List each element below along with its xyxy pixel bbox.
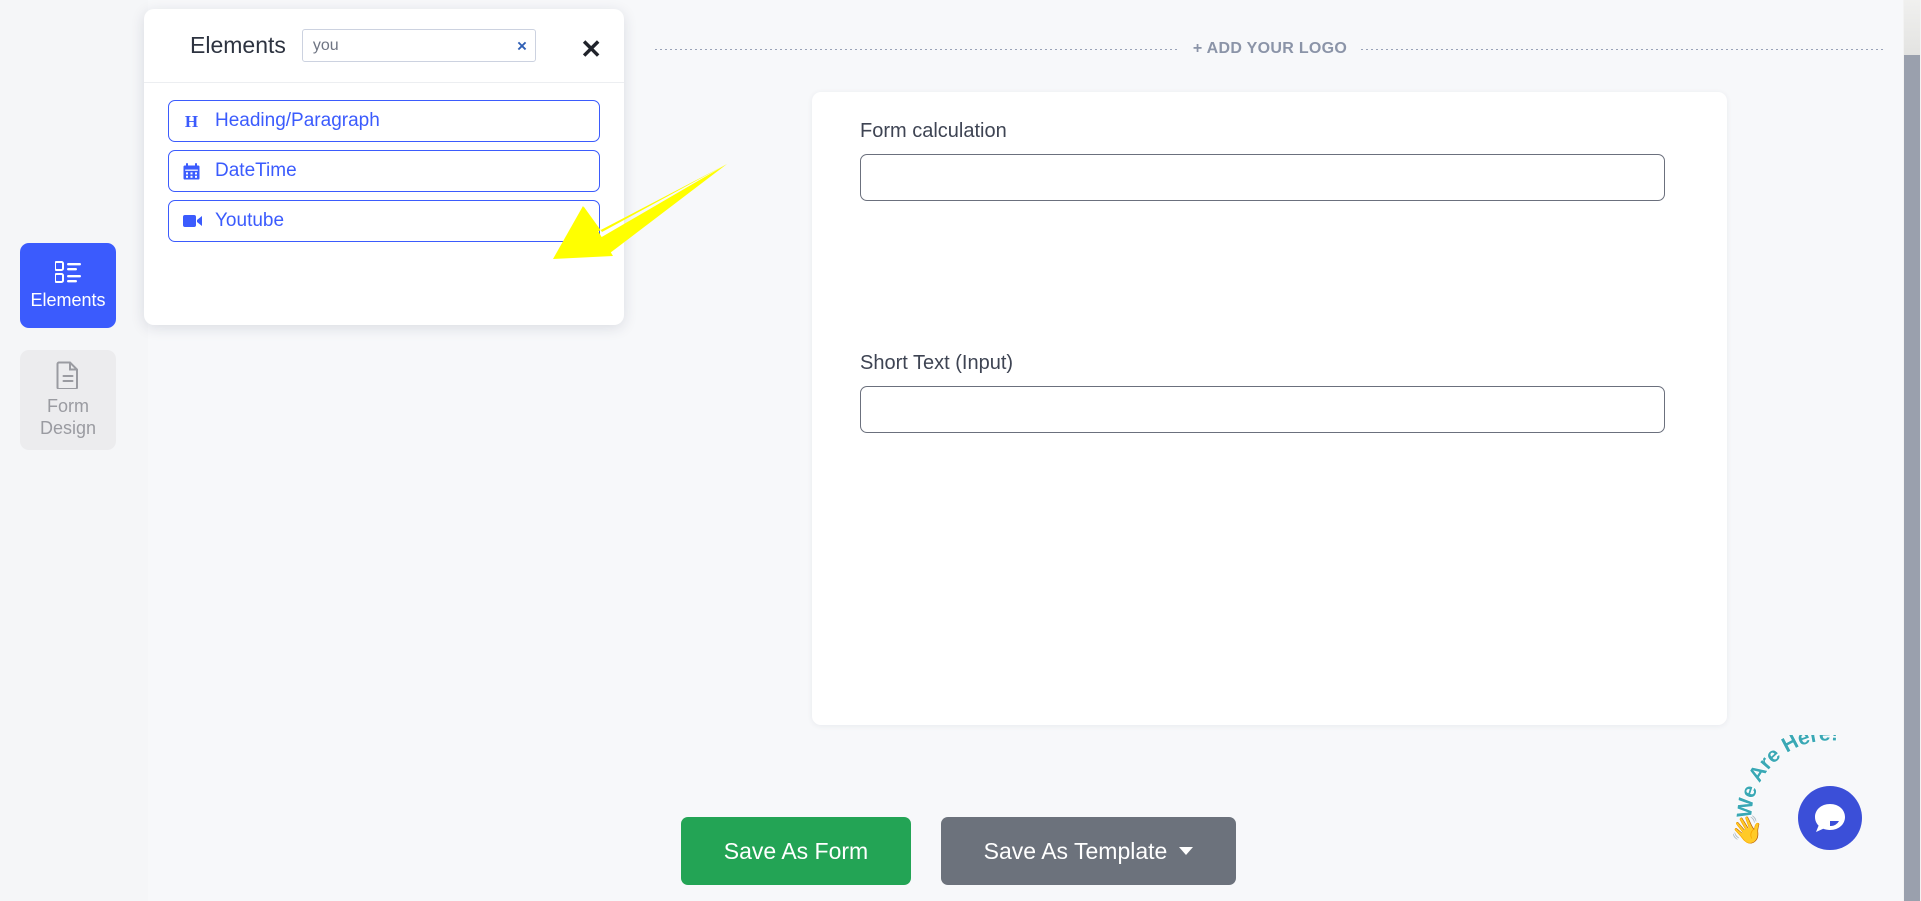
- scrollbar-thumb[interactable]: [1904, 55, 1920, 901]
- heading-icon: H: [183, 113, 207, 130]
- annotation-arrow-icon: [553, 164, 727, 259]
- element-item-youtube[interactable]: Youtube: [168, 200, 600, 242]
- vertical-scrollbar[interactable]: [1903, 0, 1921, 901]
- save-as-template-button[interactable]: Save As Template: [941, 817, 1236, 885]
- elements-panel-title: Elements: [190, 32, 286, 58]
- elements-search-wrapper: ×: [301, 29, 536, 62]
- element-item-datetime-label: DateTime: [215, 160, 297, 181]
- form-field-short-text-input[interactable]: [860, 386, 1665, 433]
- save-as-template-label: Save As Template: [983, 837, 1168, 864]
- form-field-short-text-label: Short Text (Input): [860, 352, 1014, 374]
- elements-search-input[interactable]: [301, 29, 536, 62]
- chevron-down-icon: [1179, 847, 1194, 855]
- app-root: Elements Form Design Elements ×: [0, 0, 1921, 901]
- logo-divider-right: [1361, 48, 1886, 50]
- sidebar-item-form-design-label-line1: Form: [47, 396, 89, 416]
- sidebar-item-elements[interactable]: Elements: [20, 243, 116, 328]
- add-your-logo-button[interactable]: + ADD YOUR LOGO: [1179, 40, 1361, 58]
- element-item-datetime[interactable]: DateTime: [168, 150, 600, 192]
- close-icon[interactable]: ✕: [580, 36, 602, 62]
- svg-text:H: H: [185, 113, 198, 130]
- video-camera-icon: [183, 214, 207, 228]
- sidebar-item-form-design-label-line2: Design: [39, 418, 97, 438]
- form-field-form-calculation-label: Form calculation: [860, 120, 1007, 142]
- form-field-form-calculation-input[interactable]: [860, 154, 1665, 201]
- form-card: Form calculation Short Text (Input): [812, 92, 1727, 725]
- scrollbar-top-cap: [1904, 0, 1920, 55]
- left-rail-background: [0, 0, 148, 901]
- document-icon: [56, 361, 80, 390]
- left-sidebar: Elements Form Design: [20, 243, 116, 450]
- element-item-heading-paragraph[interactable]: H Heading/Paragraph: [168, 100, 600, 142]
- form-action-buttons: Save As Form Save As Template: [681, 817, 1236, 885]
- sidebar-item-form-design[interactable]: Form Design: [20, 350, 116, 450]
- waving-hand-icon: 👋: [1730, 815, 1764, 845]
- save-as-form-button[interactable]: Save As Form: [681, 817, 911, 885]
- chat-bubble-button[interactable]: [1798, 786, 1862, 850]
- calendar-icon: [183, 162, 207, 180]
- element-item-youtube-label: Youtube: [215, 210, 285, 231]
- elements-panel-header: Elements ×: [144, 9, 624, 83]
- list-blocks-icon: [54, 260, 81, 283]
- chat-widget: We Are Here! 👋: [1730, 722, 1905, 875]
- element-item-heading-paragraph-label: Heading/Paragraph: [215, 110, 380, 131]
- clear-search-icon[interactable]: ×: [517, 37, 527, 54]
- form-field-form-calculation: Form calculation: [860, 120, 1665, 201]
- chat-bubble-icon: [1815, 804, 1845, 832]
- form-field-short-text: Short Text (Input): [860, 352, 1665, 433]
- logo-divider-left: [655, 48, 1179, 50]
- add-logo-row: + ADD YOUR LOGO: [655, 33, 1886, 65]
- sidebar-item-elements-label: Elements: [30, 289, 106, 310]
